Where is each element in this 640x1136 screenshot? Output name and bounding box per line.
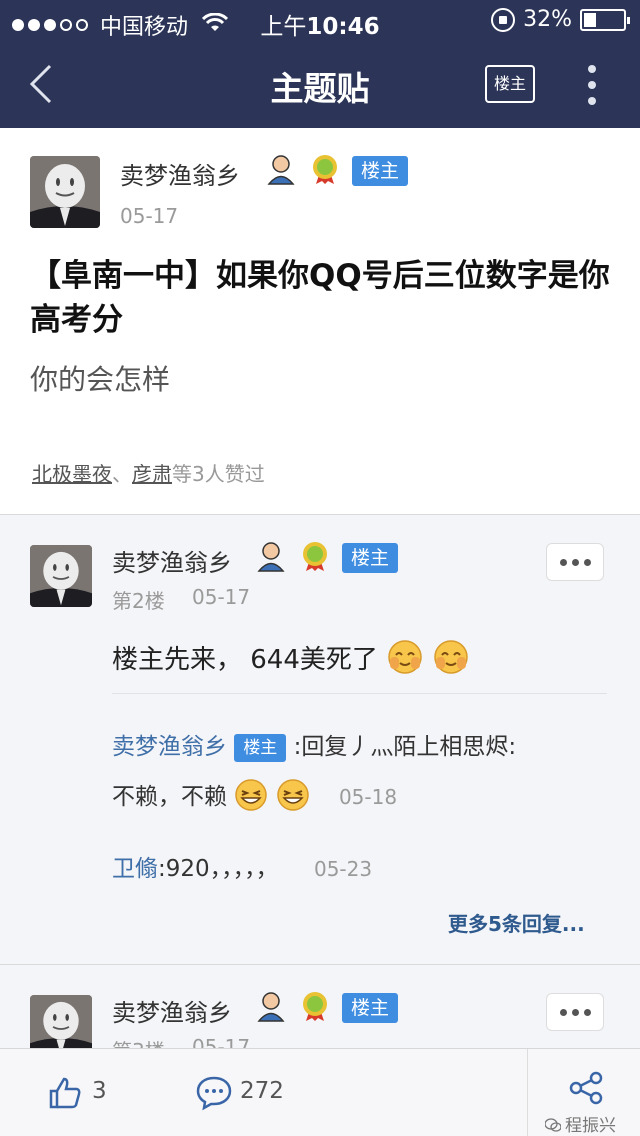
- only-op-button[interactable]: 楼主: [485, 65, 535, 103]
- clock-time: 10:46: [306, 14, 380, 40]
- floor-2: 卖梦渔翁乡 楼主 第2楼 05-17 楼主先来， 644美死了 卖梦渔翁乡 楼主…: [0, 515, 640, 964]
- reply-prefix: :回复丿灬陌上相思烬:: [293, 734, 517, 760]
- floor-date: 05-17: [192, 1035, 251, 1048]
- author-name[interactable]: 卖梦渔翁乡: [112, 993, 232, 1028]
- clock-prefix: 上午: [260, 14, 307, 40]
- op-badge: 楼主: [234, 733, 287, 762]
- author-name[interactable]: 卖梦渔翁乡: [112, 543, 232, 578]
- bottom-toolbar: 3 272 程振兴: [0, 1048, 640, 1136]
- floor-number: 第2楼: [112, 589, 165, 613]
- reply-author[interactable]: 卖梦渔翁乡: [112, 734, 227, 760]
- reply-item[interactable]: 卫翛:920，，，，， 05-23: [112, 849, 612, 883]
- reply-item[interactable]: 卖梦渔翁乡 楼主 :回复丿灬陌上相思烬:: [112, 727, 612, 762]
- op-badge: 楼主: [342, 993, 398, 1023]
- grin-emoji-icon: [276, 778, 310, 817]
- liker-separator: 、: [112, 462, 132, 486]
- floor-text: 楼主先来， 644美死了: [112, 645, 378, 675]
- reply-divider: [112, 693, 607, 694]
- toolbar-separator: [527, 1049, 528, 1136]
- likes-suffix: 等3人赞过: [172, 462, 265, 486]
- medal-icon: [300, 990, 330, 1022]
- battery-fill: [584, 12, 596, 27]
- share-icon[interactable]: [568, 1071, 604, 1105]
- liker-link[interactable]: 北极墨夜: [32, 462, 112, 486]
- watermark: 程振兴: [544, 1111, 616, 1136]
- battery-icon: [580, 8, 630, 31]
- page-title: 主题贴: [270, 69, 370, 108]
- reply-content: 不赖，不赖: [112, 784, 227, 810]
- comment-icon[interactable]: [196, 1075, 232, 1111]
- more-actions-button[interactable]: [546, 543, 604, 581]
- nav-bar: 主题贴 楼主: [0, 40, 640, 128]
- medal-icon: [310, 153, 340, 185]
- more-options-icon[interactable]: [580, 65, 604, 105]
- watermark-text: 程振兴: [565, 1116, 616, 1136]
- avatar[interactable]: [30, 156, 100, 228]
- post-date: 05-17: [120, 204, 179, 228]
- author-name[interactable]: 卖梦渔翁乡: [120, 156, 240, 191]
- avatar[interactable]: [30, 545, 92, 607]
- wechat-icon: [544, 1117, 562, 1132]
- liker-link[interactable]: 彦肃: [132, 462, 172, 486]
- post-body: 你的会怎样: [30, 363, 171, 396]
- floor-3: 卖梦渔翁乡 楼主 第3楼 05-17: [0, 965, 640, 1048]
- like-count[interactable]: 3: [92, 1078, 107, 1104]
- reply-author[interactable]: 卫翛: [112, 856, 158, 882]
- reply-date: 05-18: [338, 785, 398, 809]
- reply-item-content: 不赖，不赖 05-18: [112, 777, 612, 817]
- floor-date: 05-17: [192, 585, 251, 609]
- battery-percent: 32%: [523, 7, 572, 32]
- status-bar: 中国移动 上午10:46 32%: [0, 0, 640, 40]
- blush-emoji-icon: [386, 639, 424, 682]
- user-icon: [266, 153, 296, 185]
- user-icon: [256, 990, 286, 1022]
- blush-emoji-icon: [432, 639, 470, 682]
- likes-line: 北极墨夜、彦肃等3人赞过: [32, 458, 265, 487]
- floor-number: 第3楼: [112, 1035, 165, 1048]
- medal-icon: [300, 540, 330, 572]
- more-actions-button[interactable]: [546, 993, 604, 1031]
- floor-content: 楼主先来， 644美死了: [112, 639, 470, 682]
- op-badge: 楼主: [342, 543, 398, 573]
- comment-count[interactable]: 272: [240, 1078, 284, 1104]
- more-replies-link[interactable]: 更多5条回复...: [448, 908, 585, 937]
- reply-content: :920，，，，，: [158, 856, 279, 882]
- thumbs-up-icon[interactable]: [48, 1076, 82, 1110]
- avatar[interactable]: [30, 995, 92, 1048]
- rotation-lock-icon: [491, 7, 516, 32]
- user-icon: [256, 540, 286, 572]
- op-badge: 楼主: [352, 156, 408, 186]
- reply-date: 05-23: [313, 857, 373, 881]
- post-title: 【阜南一中】如果你QQ号后三位数字是你高考分: [30, 258, 610, 338]
- main-post: 卖梦渔翁乡 楼主 05-17 【阜南一中】如果你QQ号后三位数字是你高考分 你的…: [0, 128, 640, 514]
- grin-emoji-icon: [234, 778, 268, 817]
